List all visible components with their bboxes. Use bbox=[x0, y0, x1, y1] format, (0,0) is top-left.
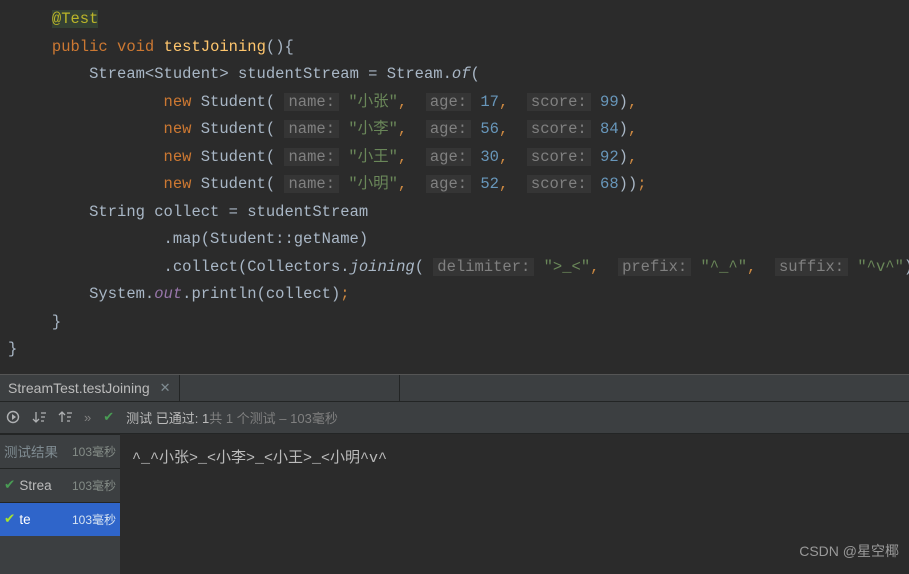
annotation: @Test bbox=[52, 10, 99, 28]
close-icon[interactable]: ✕ bbox=[160, 380, 171, 396]
code-line: public void testJoining(){ bbox=[0, 34, 909, 62]
test-tree[interactable]: 测试结果 103毫秒 ✔ Strea 103毫秒 ✔ te 103毫秒 bbox=[0, 434, 120, 574]
tab-testjoining[interactable]: StreamTest.testJoining ✕ bbox=[0, 375, 180, 401]
check-icon: ✔ bbox=[4, 477, 15, 493]
sort-up-icon[interactable] bbox=[58, 410, 72, 424]
code-line: new Student( name: "小王", age: 30, score:… bbox=[0, 144, 909, 172]
code-line: String collect = studentStream bbox=[0, 199, 909, 227]
tree-header[interactable]: 测试结果 103毫秒 bbox=[0, 434, 120, 468]
rerun-icon[interactable] bbox=[6, 410, 20, 424]
code-line: } bbox=[0, 336, 909, 364]
console-output[interactable]: ^_^小张>_<小李>_<小王>_<小明^v^ bbox=[120, 434, 399, 574]
code-line: } bbox=[0, 309, 909, 337]
sort-down-icon[interactable] bbox=[32, 410, 46, 424]
tree-row[interactable]: ✔ Strea 103毫秒 bbox=[0, 468, 120, 502]
code-line: System.out.println(collect); bbox=[0, 281, 909, 309]
tree-row-selected[interactable]: ✔ te 103毫秒 bbox=[0, 502, 120, 536]
code-line: new Student( name: "小李", age: 56, score:… bbox=[0, 116, 909, 144]
tab-label: StreamTest.testJoining bbox=[8, 380, 150, 396]
test-status: 测试 已通过: 1共 1 个测试 – 103毫秒 bbox=[126, 408, 338, 427]
console-panel: 测试结果 103毫秒 ✔ Strea 103毫秒 ✔ te 103毫秒 ^_^小… bbox=[0, 434, 909, 574]
check-icon: ✔ bbox=[4, 511, 15, 527]
code-line: new Student( name: "小明", age: 52, score:… bbox=[0, 171, 909, 199]
code-line: @Test bbox=[0, 6, 909, 34]
code-line: Stream<Student> studentStream = Stream.o… bbox=[0, 61, 909, 89]
code-line: new Student( name: "小张", age: 17, score:… bbox=[0, 89, 909, 117]
watermark: CSDN @星空椰 bbox=[799, 541, 899, 561]
check-icon: ✔ bbox=[103, 409, 114, 425]
run-tab-bar: StreamTest.testJoining ✕ bbox=[0, 374, 909, 402]
code-editor[interactable]: @Test public void testJoining(){ Stream<… bbox=[0, 0, 909, 374]
code-line: .collect(Collectors.joining( delimiter: … bbox=[0, 254, 909, 282]
test-toolbar: » ✔ 测试 已通过: 1共 1 个测试 – 103毫秒 bbox=[0, 402, 909, 434]
more-icon[interactable]: » bbox=[84, 410, 91, 425]
code-line: .map(Student::getName) bbox=[0, 226, 909, 254]
